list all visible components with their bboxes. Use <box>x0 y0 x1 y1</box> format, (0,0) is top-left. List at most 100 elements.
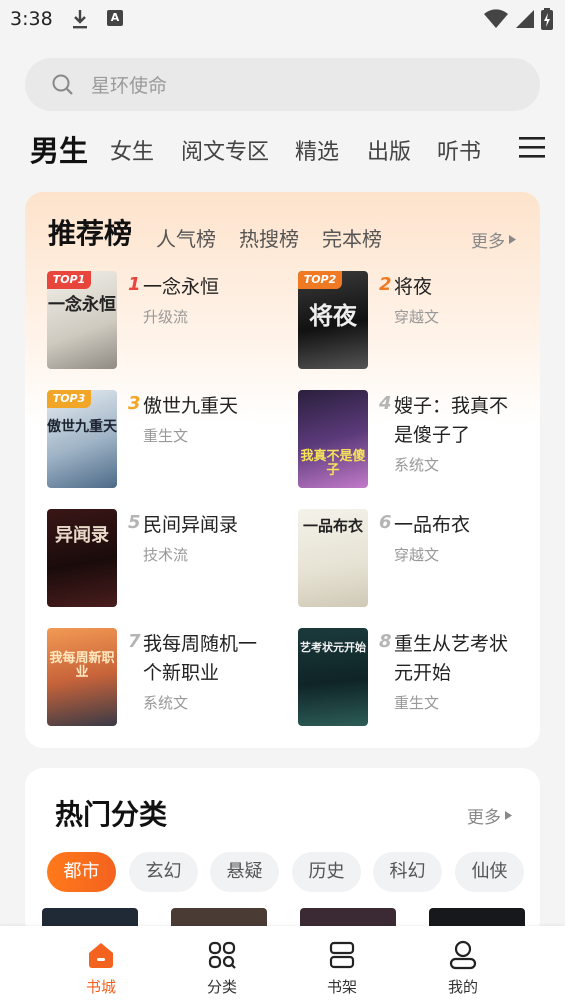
rank-number: 1 <box>128 274 141 295</box>
menu-icon[interactable] <box>519 136 545 162</box>
book-item[interactable]: 傲世九重天 TOP3 3 傲世九重天 重生文 <box>47 390 287 490</box>
book-title: 一念永恒 <box>143 276 220 298</box>
channel-tabs: 男生 女生 阅文专区 精选 出版 听书 <box>30 128 550 170</box>
tab-featured[interactable]: 精选 <box>295 134 339 166</box>
book-item[interactable]: 一品布衣 6 一品布衣 穿越文 <box>298 509 538 609</box>
category-chip-history[interactable]: 历史 <box>292 852 361 892</box>
book-tag: 系统文 <box>143 694 189 712</box>
ranking-card: 推荐榜 人气榜 热搜榜 完本榜 更多 一念永恒 TOP1 1 一念永恒 升级流 … <box>25 192 540 748</box>
categories-title: 热门分类 <box>55 798 168 831</box>
cover-title: 异闻录 <box>55 525 109 546</box>
ranking-title: 推荐榜 <box>48 217 133 250</box>
nav-label: 我的 <box>447 978 478 996</box>
book-item[interactable]: 将夜 TOP2 2 将夜 穿越文 <box>298 271 538 371</box>
search-input[interactable]: 星环使命 <box>25 58 540 111</box>
search-placeholder: 星环使命 <box>91 75 168 97</box>
categories-more-link[interactable]: 更多 <box>467 803 512 828</box>
book-title: 民间异闻录 <box>143 514 239 536</box>
book-tag: 重生文 <box>143 427 189 445</box>
book-item[interactable]: 一念永恒 TOP1 1 一念永恒 升级流 <box>47 271 287 371</box>
signal-icon <box>516 10 534 28</box>
rank-number: 4 <box>379 393 392 414</box>
search-icon <box>52 74 73 95</box>
caret-right-icon <box>505 811 512 820</box>
category-chip-city[interactable]: 都市 <box>47 852 116 892</box>
top-badge: TOP3 <box>47 390 91 408</box>
book-title: 一品布衣 <box>394 514 471 536</box>
tab-male[interactable]: 男生 <box>30 128 88 170</box>
nav-bookstore[interactable]: 书城 <box>61 926 141 1004</box>
book-item[interactable]: 艺考状元开始 8 重生从艺考状元开始 重生文 <box>298 628 538 728</box>
bookshelf-icon <box>329 941 355 969</box>
status-indicators <box>483 8 553 30</box>
cover-title: 艺考状元开始 <box>300 641 366 654</box>
book-cover: 傲世九重天 TOP3 <box>47 390 117 488</box>
book-cover: 我每周新职业 <box>47 628 117 726</box>
category-chip-mystery[interactable]: 悬疑 <box>210 852 279 892</box>
status-bar: 3:38 A <box>0 0 565 40</box>
book-tag: 穿越文 <box>394 546 440 564</box>
category-chip-xianxia[interactable]: 仙侠 <box>455 852 524 892</box>
book-tag: 技术流 <box>143 546 189 564</box>
book-cover: 我真不是傻子 <box>298 390 368 488</box>
cover-title: 傲世九重天 <box>47 419 117 435</box>
rank-number: 3 <box>128 393 141 414</box>
subtab-popular[interactable]: 人气榜 <box>156 223 216 252</box>
category-chip-fantasy[interactable]: 玄幻 <box>129 852 198 892</box>
nav-label: 分类 <box>206 978 237 996</box>
subtab-completed[interactable]: 完本榜 <box>322 223 382 252</box>
cover-title: 一品布衣 <box>302 517 363 535</box>
status-time: 3:38 <box>10 8 53 30</box>
nav-profile[interactable]: 我的 <box>423 926 503 1004</box>
subtab-hot-search[interactable]: 热搜榜 <box>239 223 299 252</box>
book-tag: 系统文 <box>394 456 440 474</box>
book-title: 将夜 <box>394 276 433 298</box>
rank-number: 7 <box>128 631 141 652</box>
grid-icon <box>208 941 236 969</box>
cover-title: 我真不是傻子 <box>300 449 366 478</box>
book-title: 嫂子：我真不是傻子了 <box>394 395 509 446</box>
nav-label: 书城 <box>85 978 116 996</box>
wifi-icon <box>484 9 508 28</box>
tab-publish[interactable]: 出版 <box>367 134 411 166</box>
book-tag: 升级流 <box>143 308 189 326</box>
user-icon <box>449 940 477 970</box>
book-title: 重生从艺考状元开始 <box>394 633 509 684</box>
cover-title: 一念永恒 <box>48 295 116 315</box>
tab-female[interactable]: 女生 <box>110 134 154 166</box>
home-icon <box>89 943 113 968</box>
book-item[interactable]: 我真不是傻子 4 嫂子：我真不是傻子了 系统文 <box>298 390 538 490</box>
category-chip-scifi[interactable]: 科幻 <box>373 852 442 892</box>
nav-bookshelf[interactable]: 书架 <box>302 926 382 1004</box>
caret-right-icon <box>509 235 516 244</box>
book-item[interactable]: 我每周新职业 7 我每周随机一个新职业 系统文 <box>47 628 287 728</box>
hot-categories-card: 热门分类 更多 都市 玄幻 悬疑 历史 科幻 仙侠 <box>25 768 540 938</box>
rank-number: 8 <box>379 631 392 652</box>
top-badge: TOP1 <box>47 271 91 289</box>
book-tag: 穿越文 <box>394 308 440 326</box>
book-title: 傲世九重天 <box>143 395 239 417</box>
rank-number: 5 <box>128 512 141 533</box>
book-cover: 艺考状元开始 <box>298 628 368 726</box>
battery-icon <box>541 8 553 30</box>
rank-number: 6 <box>379 512 392 533</box>
nav-category[interactable]: 分类 <box>182 926 262 1004</box>
app-notification-icon: A <box>107 10 123 26</box>
book-cover: 异闻录 <box>47 509 117 607</box>
ranking-more-label: 更多 <box>471 232 505 252</box>
nav-label: 书架 <box>326 978 357 996</box>
cover-title: 将夜 <box>309 301 357 330</box>
book-cover: 一品布衣 <box>298 509 368 607</box>
download-icon <box>70 8 90 34</box>
book-title: 我每周随机一个新职业 <box>143 633 258 684</box>
book-tag: 重生文 <box>394 694 440 712</box>
tab-audio[interactable]: 听书 <box>437 134 481 166</box>
cover-title: 我每周新职业 <box>49 651 115 680</box>
bottom-nav: 书城 分类 书架 我的 <box>0 926 565 1004</box>
ranking-more-link[interactable]: 更多 <box>471 227 516 252</box>
tab-yuewen[interactable]: 阅文专区 <box>181 134 269 166</box>
book-cover: 一念永恒 TOP1 <box>47 271 117 369</box>
book-cover: 将夜 TOP2 <box>298 271 368 369</box>
book-item[interactable]: 异闻录 5 民间异闻录 技术流 <box>47 509 287 609</box>
top-badge: TOP2 <box>298 271 342 289</box>
